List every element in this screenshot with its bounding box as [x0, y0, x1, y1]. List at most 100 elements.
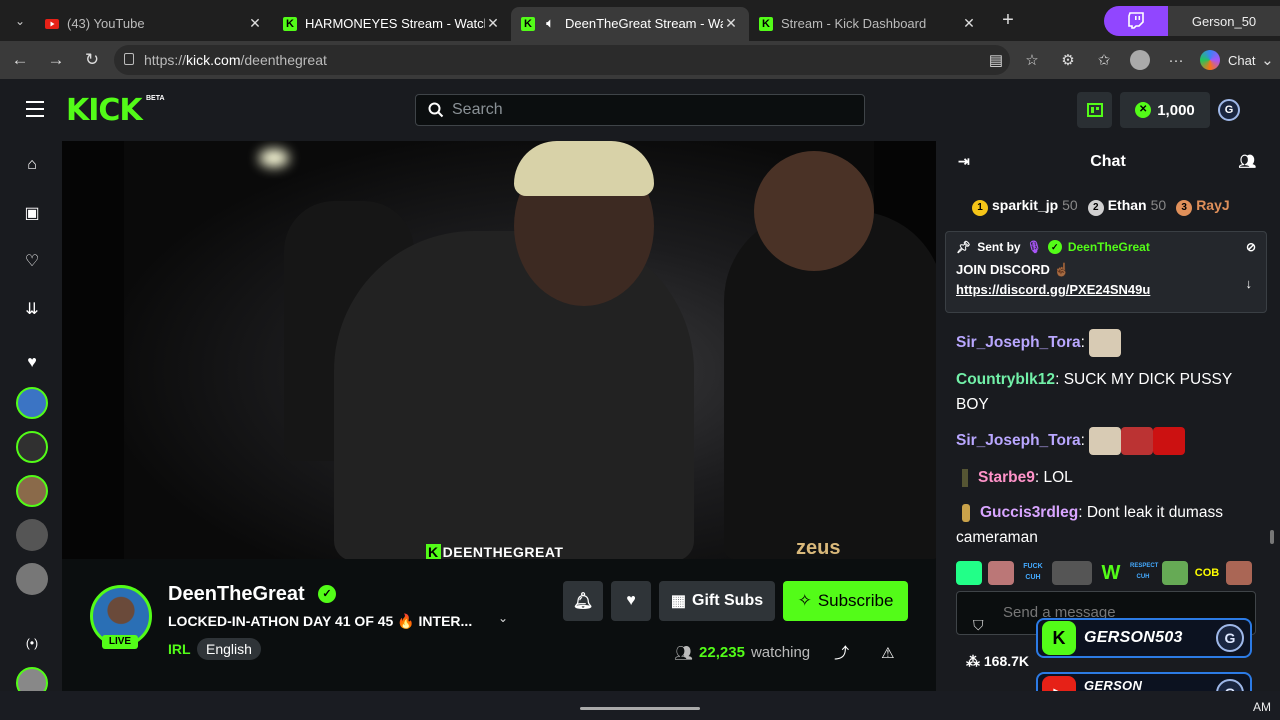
extensions-icon[interactable]: ⚙	[1050, 51, 1086, 69]
kick-logo[interactable]: KICK	[66, 93, 143, 128]
overlay-logo-icon: G	[1216, 624, 1244, 652]
tab-youtube[interactable]: (43) YouTube ✕	[35, 7, 273, 41]
emote[interactable]	[956, 561, 982, 585]
tab-deenthegreat[interactable]: K 🔈︎ DeenTheGreat Stream - Watch ✕	[511, 6, 749, 41]
language-tag[interactable]: English	[197, 638, 261, 660]
emote	[1089, 427, 1122, 455]
followed-channel-avatar[interactable]	[16, 563, 48, 595]
chat-footer: ⁂ 168.7K	[966, 653, 1029, 670]
dashboard-icon[interactable]	[1077, 92, 1112, 128]
chat-title: Chat	[1090, 153, 1126, 170]
url-field[interactable]: https://kick.com/deenthegreat	[114, 45, 1010, 75]
following-icon[interactable]: ♡	[22, 251, 42, 271]
pinned-link[interactable]: https://discord.gg/PXE24SN49u	[956, 282, 1256, 297]
close-icon[interactable]: ✕	[247, 15, 263, 32]
emote[interactable]	[988, 561, 1014, 585]
chat-scrollbar[interactable]	[1270, 530, 1274, 544]
tab-title: DeenTheGreat Stream - Watch	[565, 16, 723, 31]
sponsor-logo: zeus	[796, 537, 841, 559]
menu-icon[interactable]	[26, 101, 44, 117]
favorite-star-icon[interactable]: ☆	[1014, 51, 1050, 69]
live-broadcast-icon[interactable]: (•)	[22, 633, 42, 653]
users-icon[interactable]: 👥︎	[1238, 153, 1256, 170]
tab-harmoneyes[interactable]: K HARMONEYES Stream - Watch Live ✕	[273, 7, 511, 41]
category-link[interactable]: IRL	[168, 641, 191, 657]
followed-channel-avatar[interactable]	[16, 387, 48, 419]
favorites-icon[interactable]: ✩	[1086, 51, 1122, 69]
follow-button[interactable]: ♥	[611, 581, 651, 621]
leaderboard-entry[interactable]: 2 Ethan 50	[1087, 197, 1166, 216]
report-icon[interactable]: ⚠	[881, 644, 894, 662]
chevron-down-icon[interactable]: ⌄	[1255, 51, 1279, 69]
new-tab-button[interactable]: +	[993, 9, 1023, 32]
followed-channel-avatar[interactable]	[16, 431, 48, 463]
emote[interactable]	[1162, 561, 1188, 585]
followed-channel-avatar[interactable]	[16, 475, 48, 507]
chat-username[interactable]: Sir_Joseph_Tora	[956, 432, 1081, 449]
streamer-name[interactable]: DeenTheGreat	[168, 583, 305, 606]
hide-icon[interactable]: ⊘	[1246, 240, 1256, 254]
back-icon[interactable]: ←	[2, 44, 38, 76]
copilot-chat-button[interactable]: Chat	[1200, 50, 1255, 70]
video-player[interactable]: K DEENTHEGREAT zeus	[62, 141, 936, 559]
close-icon[interactable]: ✕	[961, 15, 977, 32]
points-button[interactable]: ✕ 1,000	[1120, 92, 1210, 128]
twitch-icon[interactable]	[1104, 6, 1168, 36]
copilot-icon	[1200, 50, 1220, 70]
more-icon[interactable]: ···	[1158, 52, 1194, 69]
home-indicator[interactable]	[580, 707, 700, 710]
emote	[1121, 427, 1154, 455]
viewers-icon: 👥︎	[674, 644, 694, 662]
chat-username[interactable]: Countryblk12	[956, 371, 1055, 388]
toolbar-icons: ▤ ☆ ⚙ ✩ ··· Chat ⌄	[978, 45, 1279, 75]
emote[interactable]: RESPECT CUH	[1130, 561, 1158, 585]
emote-bar: FUCK CUH W RESPECT CUH COB	[956, 561, 1252, 585]
chat-username[interactable]: Guccis3rdleg	[980, 504, 1078, 521]
heart-icon[interactable]: ♥	[22, 353, 42, 373]
leaderboard-entry[interactable]: 3 RayJ	[1176, 197, 1230, 216]
share-icon[interactable]: ⤴	[834, 642, 849, 663]
leaderboard-entry[interactable]: 1 sparkit_jp 50	[972, 197, 1078, 216]
subscribe-button[interactable]: ✧ Subscribe	[783, 581, 908, 621]
stream-title: LOCKED-IN-ATHON DAY 41 OF 45 🔥 INTER...	[168, 613, 473, 629]
pinned-author[interactable]: DeenTheGreat	[1068, 240, 1150, 254]
avatar[interactable]	[1122, 50, 1158, 70]
tab-list-button[interactable]: ⌄	[5, 7, 35, 35]
browse-icon[interactable]: ▣	[22, 203, 42, 223]
search-placeholder: Search	[452, 101, 503, 118]
search-input[interactable]: Search	[415, 94, 865, 126]
close-icon[interactable]: ✕	[485, 15, 501, 32]
emote[interactable]	[1226, 561, 1252, 585]
reload-icon[interactable]: ↻	[74, 44, 110, 76]
kick-icon: K	[521, 16, 535, 31]
points-value: 1,000	[1157, 101, 1195, 119]
emote[interactable]: W	[1098, 561, 1124, 585]
clips-icon[interactable]: ⇊	[22, 299, 42, 319]
pinned-text: JOIN DISCORD ☝🏾	[956, 262, 1070, 277]
chat-username[interactable]: Sir_Joseph_Tora	[956, 334, 1081, 351]
kick-header: KICK BETA Search ✕ 1,000 G	[0, 79, 1280, 141]
reader-icon[interactable]: ▤	[978, 51, 1014, 69]
arrow-down-icon[interactable]: ↓	[1246, 276, 1253, 291]
emote[interactable]	[1052, 561, 1092, 585]
forward-icon[interactable]: →	[38, 44, 74, 76]
chat-text: LOL	[1043, 469, 1073, 486]
chevron-down-icon[interactable]: ⌄	[498, 611, 508, 625]
collapse-chat-icon[interactable]: ⇥	[958, 153, 970, 170]
speaker-icon[interactable]: 🔈︎	[543, 16, 557, 31]
tab-dashboard[interactable]: K Stream - Kick Dashboard ✕	[749, 7, 987, 41]
notification-button[interactable]: 🔔︎	[563, 581, 603, 621]
live-badge: LIVE	[102, 635, 138, 649]
close-icon[interactable]: ✕	[723, 15, 739, 32]
emote	[1089, 329, 1122, 357]
home-icon[interactable]: ⌂	[22, 155, 42, 175]
profile-name[interactable]: Gerson_50	[1168, 6, 1280, 36]
emote[interactable]: FUCK CUH	[1020, 561, 1046, 585]
channel-watermark: K DEENTHEGREAT	[426, 544, 564, 559]
chat-username[interactable]: Starbe9	[978, 469, 1035, 486]
user-avatar[interactable]: G	[1218, 99, 1240, 121]
followed-channel-avatar[interactable]	[16, 519, 48, 551]
emote[interactable]: COB	[1194, 561, 1220, 585]
gift-subs-button[interactable]: ▦ Gift Subs	[659, 581, 775, 621]
points-icon: ⁂	[966, 653, 984, 669]
